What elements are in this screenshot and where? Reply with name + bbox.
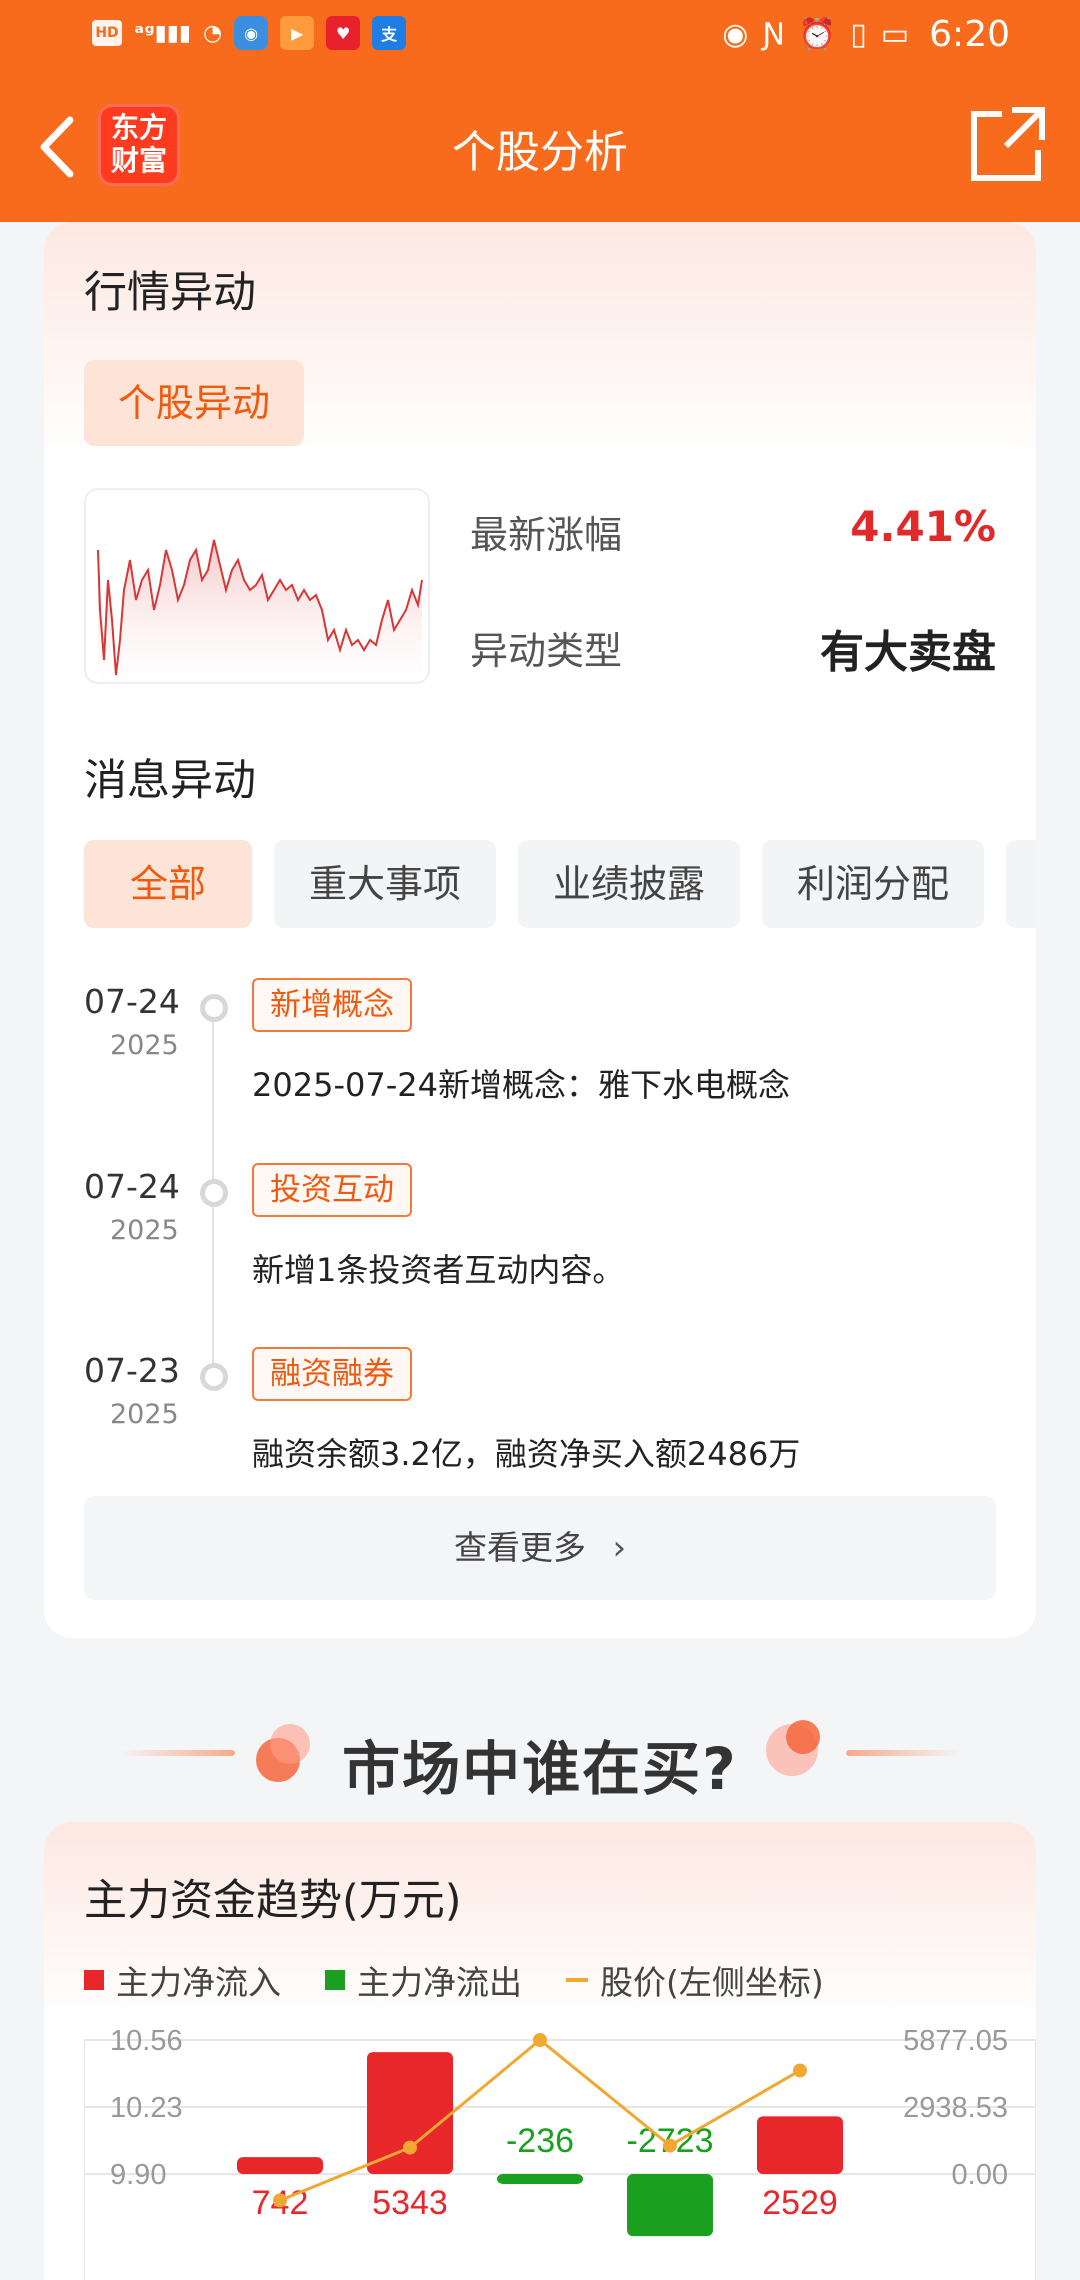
price-point (793, 2063, 807, 2078)
news-date: 07-24 (84, 982, 180, 1021)
bar-value-label: -236 (506, 2122, 574, 2160)
news-date: 07-24 (84, 1167, 180, 1206)
fund-trend-title: 主力资金趋势(万元) (84, 1876, 462, 1926)
eye-icon: ◉ (722, 17, 749, 52)
page-title: 个股分析 (452, 127, 628, 178)
news-year: 2025 (110, 1215, 179, 1246)
latest-change-value: 4.41% (850, 502, 996, 551)
chevron-right-icon: › (612, 1528, 627, 1568)
news-text: 2025-07-24新增概念：雅下水电概念 (252, 1066, 790, 1104)
news-tag: 投资互动 (252, 1163, 412, 1217)
bar-value-label: 2529 (762, 2184, 838, 2222)
right-tick-label: 2938.53 (903, 2092, 1008, 2124)
share-icon[interactable] (968, 104, 1048, 184)
banner-title: 市场中谁在买? (342, 1735, 738, 1803)
bar-value-label: 5343 (372, 2184, 448, 2222)
view-more-button[interactable]: 查看更多 › (84, 1496, 996, 1600)
timeline-dot (200, 994, 228, 1022)
app-icon: ♥ (326, 16, 361, 50)
anomaly-type-value: 有大卖盘 (820, 627, 996, 678)
legend-label: 主力净流入 (116, 1963, 281, 2002)
stock-anomaly-chip[interactable]: 个股异动 (84, 360, 304, 446)
legend-swatch (566, 1978, 588, 1982)
wifi-icon: ◔ (202, 20, 223, 46)
news-year: 2025 (110, 1399, 179, 1430)
right-tick-label: 5877.05 (903, 2025, 1008, 2057)
news-tag: 融资融券 (252, 1347, 412, 1401)
news-text: 融资余额3.2亿，融资净买入额2486万 (252, 1435, 801, 1473)
banner-right-line (846, 1750, 961, 1756)
view-more-label: 查看更多 (453, 1528, 586, 1567)
fund-bar (757, 2116, 843, 2174)
latest-change-label: 最新涨幅 (470, 513, 623, 557)
legend-label: 股价(左侧坐标) (600, 1963, 824, 2002)
hd-icon: HD (92, 20, 122, 46)
news-anomaly-title: 消息异动 (84, 756, 256, 806)
battery-icon: ▭ (880, 17, 910, 52)
fund-bar (367, 2052, 453, 2174)
fund-bar (497, 2174, 583, 2184)
tab-dividends[interactable]: 利润分配 (762, 840, 984, 928)
status-left-icons: HD ᵃᵍ▮▮▮ ◔ ◉ ▶ ♥ 支 (92, 16, 407, 50)
news-tag: 新增概念 (252, 978, 412, 1032)
left-tick-label: 10.23 (110, 2092, 183, 2124)
news-tabs: 全部 重大事项 业绩披露 利润分配 (84, 840, 1036, 930)
nfc-icon: Ɲ (762, 17, 785, 52)
price-point (273, 2193, 287, 2208)
timeline-dot (200, 1363, 228, 1391)
chart-frame (84, 2039, 1036, 2280)
price-point (533, 2033, 547, 2047)
legend-outflow: 主力净流出 (325, 1956, 522, 2004)
status-right-icons: ◉ Ɲ ⏰ ▯ ▭ 6:20 (722, 14, 1010, 55)
price-point (403, 2140, 417, 2155)
fund-bar (627, 2174, 713, 2237)
clock-time: 6:20 (929, 14, 1010, 55)
left-tick-label: 9.90 (110, 2159, 166, 2191)
news-year: 2025 (110, 1030, 179, 1061)
news-date: 07-23 (84, 1351, 180, 1390)
anomaly-type-label: 异动类型 (470, 629, 623, 673)
who-is-buying-banner: 市场中谁在买? (0, 1680, 1080, 1820)
intraday-sparkline (84, 488, 430, 684)
legend-swatch (84, 1970, 104, 1990)
vibrate-icon: ▯ (850, 17, 867, 52)
nav-bar: 东方 财富 个股分析 (0, 72, 1080, 222)
market-anomaly-title: 行情异动 (84, 268, 256, 318)
news-item[interactable]: 07-24 2025 投资互动 新增1条投资者互动内容。 (84, 1163, 984, 1337)
video-icon: ▶ (280, 16, 315, 50)
app-header: HD ᵃᵍ▮▮▮ ◔ ◉ ▶ ♥ 支 ◉ Ɲ ⏰ ▯ ▭ 6:20 东方 财富 个… (0, 0, 1080, 222)
timeline-dot (200, 1179, 228, 1207)
tab-all[interactable]: 全部 (84, 840, 252, 928)
decor-bubble (786, 1720, 820, 1754)
news-text: 新增1条投资者互动内容。 (252, 1251, 625, 1289)
legend-inflow: 主力净流入 (84, 1956, 281, 2004)
price-point (663, 2138, 677, 2153)
left-tick-label: 10.56 (110, 2025, 183, 2057)
legend-label: 主力净流出 (357, 1963, 522, 2002)
alarm-icon: ⏰ (798, 17, 837, 52)
fund-trend-chart: 10.565877.0510.232938.539.900.007425343-… (84, 2025, 1036, 2280)
legend-swatch (325, 1970, 345, 1990)
tab-more-partial[interactable] (1006, 840, 1036, 928)
tab-earnings[interactable]: 业绩披露 (518, 840, 740, 928)
status-bar: HD ᵃᵍ▮▮▮ ◔ ◉ ▶ ♥ 支 ◉ Ɲ ⏰ ▯ ▭ 6:20 (0, 0, 1080, 72)
news-item[interactable]: 07-24 2025 新增概念 2025-07-24新增概念：雅下水电概念 (84, 978, 984, 1152)
fund-trend-card: 主力资金趋势(万元) 主力净流入 主力净流出 股价(左侧坐标) 10.56 587… (44, 1822, 1036, 2280)
legend-price: 股价(左侧坐标) (566, 1956, 824, 2004)
right-tick-label: 0.00 (952, 2159, 1008, 2191)
alipay-icon: 支 (372, 16, 407, 50)
browser-icon: ◉ (234, 16, 269, 50)
5g-signal-icon: ᵃᵍ▮▮▮ (134, 20, 191, 46)
fund-bar (237, 2157, 323, 2174)
tab-major-events[interactable]: 重大事项 (274, 840, 496, 928)
chart-legend: 主力净流入 主力净流出 股价(左侧坐标) (84, 1956, 824, 2004)
anomaly-card: 行情异动 个股异动 最新涨幅 4.41% 异动类型 有大卖盘 消息异动 全部 重… (44, 222, 1036, 1638)
